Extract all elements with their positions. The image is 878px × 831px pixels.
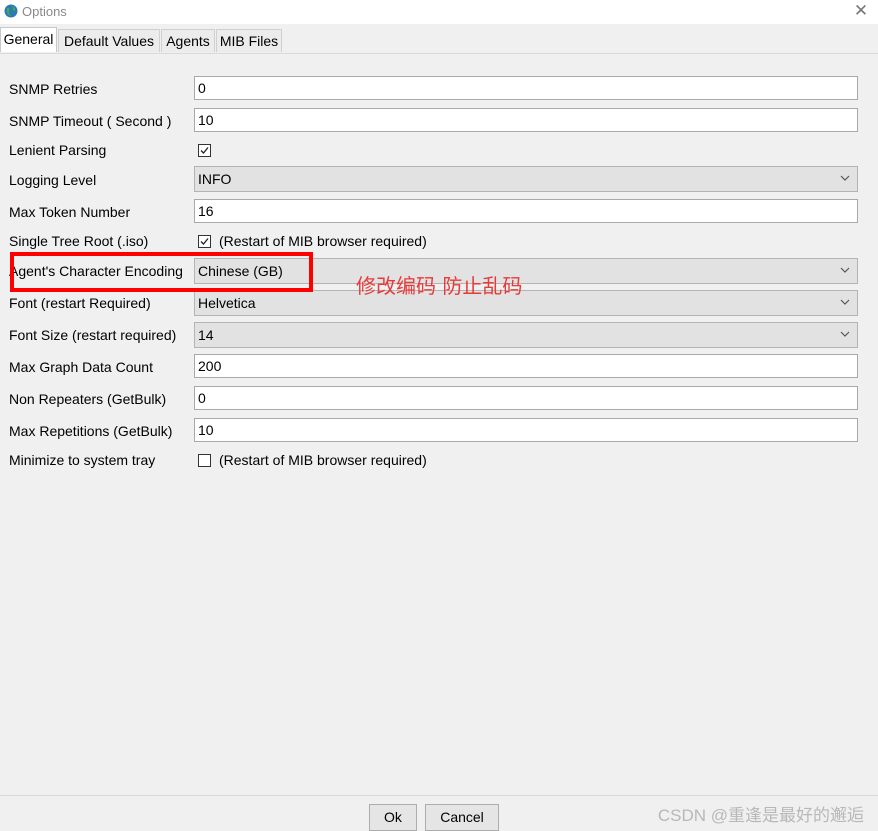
single-tree-root-checkbox[interactable] [198, 235, 211, 248]
font-size-select[interactable]: 14 [194, 322, 858, 348]
max-repetitions-label: Max Repetitions (GetBulk) [9, 423, 173, 439]
font-select[interactable]: Helvetica [194, 290, 858, 316]
watermark: CSDN @重逢是最好的邂逅 [657, 806, 864, 825]
max-graph-data-count-input[interactable]: 200 [194, 354, 858, 378]
tab-general[interactable]: General [0, 27, 57, 52]
snmp-timeout-label: SNMP Timeout ( Second ) [9, 113, 172, 129]
checkmark-icon [200, 238, 209, 245]
annotation-text: 修改编码 防止乱码 [356, 274, 523, 298]
agent-char-encoding-label: Agent's Character Encoding [9, 263, 183, 279]
logging-level-select[interactable]: INFO [194, 166, 858, 192]
tab-mib-files[interactable]: MIB Files [216, 29, 282, 52]
chevron-down-icon [840, 175, 850, 181]
tab-agents[interactable]: Agents [161, 29, 215, 52]
logging-level-value: INFO [198, 171, 232, 187]
minimize-to-tray-label: Minimize to system tray [9, 452, 156, 468]
globe-icon [4, 4, 18, 18]
snmp-retries-input[interactable]: 0 [194, 76, 858, 100]
tab-divider [0, 53, 878, 54]
font-size-value: 14 [198, 327, 214, 343]
chevron-down-icon [840, 267, 850, 273]
lenient-parsing-checkbox[interactable] [198, 144, 211, 157]
single-tree-root-label: Single Tree Root (.iso) [9, 233, 149, 249]
font-value: Helvetica [198, 295, 256, 311]
minimize-to-tray-checkbox[interactable] [198, 454, 211, 467]
non-repeaters-label: Non Repeaters (GetBulk) [9, 391, 167, 407]
snmp-timeout-input[interactable]: 10 [194, 108, 858, 132]
tab-bar: General Default Values Agents MIB Files [0, 27, 878, 53]
ok-button[interactable]: Ok [369, 804, 417, 831]
button-bar-divider [0, 795, 878, 796]
font-label: Font (restart Required) [9, 295, 151, 311]
snmp-retries-label: SNMP Retries [9, 81, 98, 97]
minimize-to-tray-note: (Restart of MIB browser required) [219, 452, 427, 468]
non-repeaters-input[interactable]: 0 [194, 386, 858, 410]
chevron-down-icon [840, 299, 850, 305]
single-tree-root-note: (Restart of MIB browser required) [219, 233, 427, 249]
lenient-parsing-label: Lenient Parsing [9, 142, 107, 158]
agent-char-encoding-value: Chinese (GB) [198, 263, 283, 279]
title-bar: Options ✕ [0, 0, 878, 24]
tab-default-values[interactable]: Default Values [58, 29, 160, 52]
close-icon[interactable]: ✕ [850, 1, 872, 23]
max-token-number-label: Max Token Number [9, 204, 131, 220]
max-graph-data-count-label: Max Graph Data Count [9, 359, 153, 375]
checkmark-icon [200, 147, 209, 154]
max-token-number-input[interactable]: 16 [194, 199, 858, 223]
max-repetitions-input[interactable]: 10 [194, 418, 858, 442]
agent-char-encoding-select[interactable]: Chinese (GB) [194, 258, 858, 284]
logging-level-label: Logging Level [9, 172, 97, 188]
font-size-label: Font Size (restart required) [9, 327, 177, 343]
window-title: Options [22, 4, 67, 19]
cancel-button[interactable]: Cancel [425, 804, 499, 831]
chevron-down-icon [840, 331, 850, 337]
